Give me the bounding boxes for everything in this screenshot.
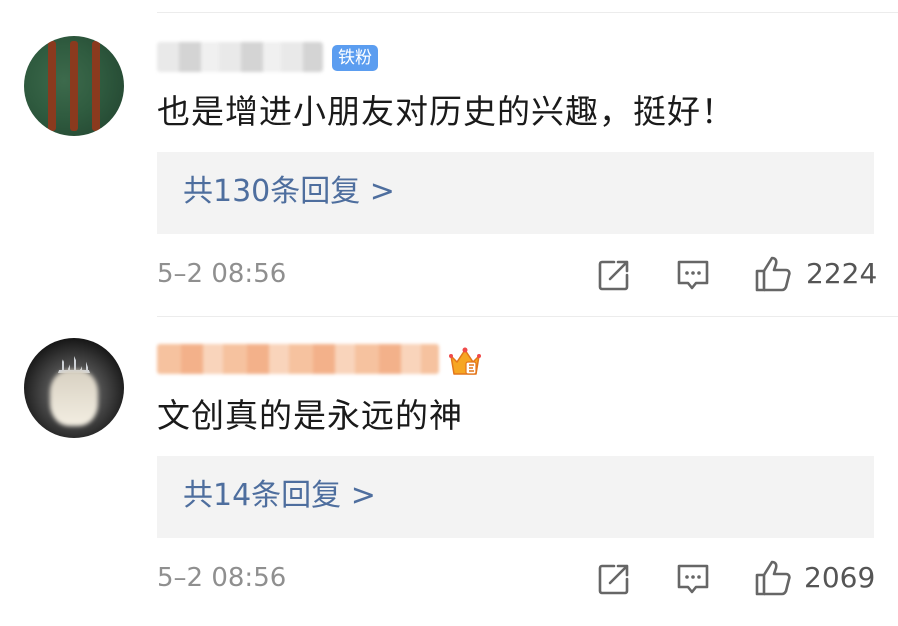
reply-thread-box[interactable]: 共130条回复 > xyxy=(157,152,874,234)
like-count: 2224 xyxy=(806,257,878,290)
user-avatar[interactable] xyxy=(24,338,124,438)
reply-count-link[interactable]: 共130条回复 > xyxy=(183,172,395,212)
like-thumb-icon[interactable] xyxy=(754,255,792,293)
like-thumb-icon[interactable] xyxy=(754,559,792,597)
comment-item: 铁粉 也是增进小朋友对历史的兴趣，挺好！ 共130条回复 > 5–2 08:56… xyxy=(0,0,898,316)
comment-item: 文创真的是永远的神 共14条回复 > 5–2 08:56 2069 xyxy=(0,316,898,626)
share-icon[interactable] xyxy=(596,561,632,597)
comment-text: 也是增进小朋友对历史的兴趣，挺好！ xyxy=(157,92,735,131)
user-avatar[interactable] xyxy=(24,36,124,136)
reply-thread-box[interactable]: 共14条回复 > xyxy=(157,456,874,538)
comment-text: 文创真的是永远的神 xyxy=(157,396,463,435)
share-icon[interactable] xyxy=(596,257,632,293)
comment-icon[interactable] xyxy=(675,561,711,597)
username-blurred[interactable] xyxy=(157,344,439,374)
comment-icon[interactable] xyxy=(675,257,711,293)
like-count: 2069 xyxy=(804,561,876,594)
reply-count-link[interactable]: 共14条回复 > xyxy=(183,476,376,516)
username-blurred[interactable] xyxy=(157,42,323,72)
crown-fan-badge-icon xyxy=(449,347,481,375)
comment-timestamp: 5–2 08:56 xyxy=(157,259,287,289)
comment-timestamp: 5–2 08:56 xyxy=(157,563,287,593)
fan-badge: 铁粉 xyxy=(332,45,378,71)
